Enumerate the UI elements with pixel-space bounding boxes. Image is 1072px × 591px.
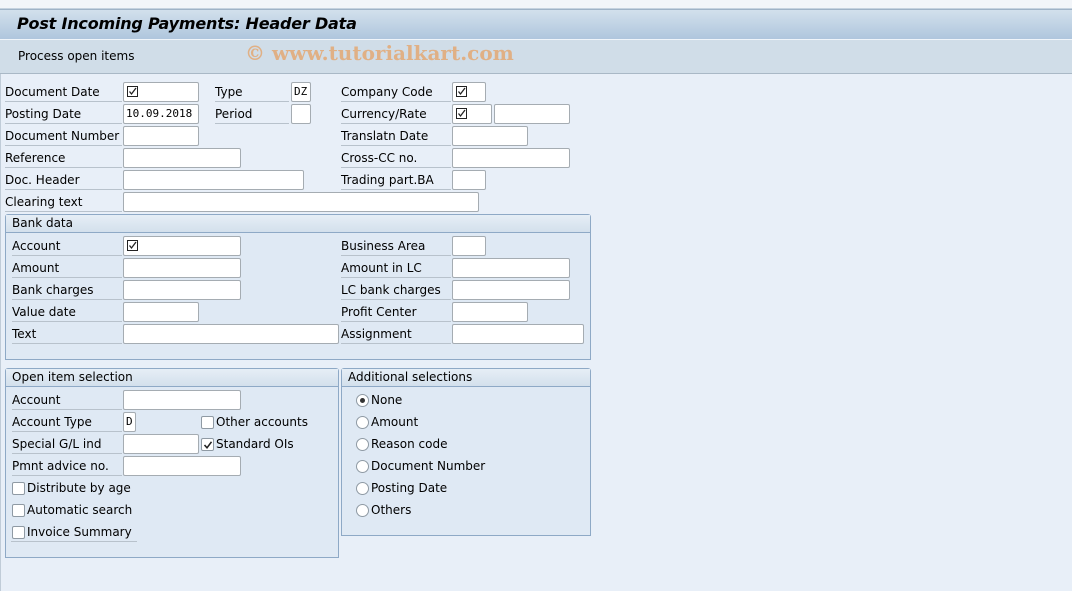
currency-field[interactable]: [452, 104, 492, 124]
doc-header-label: Doc. Header: [5, 170, 122, 190]
special-gl-ind-field[interactable]: [123, 434, 199, 454]
trading-part-ba-label: Trading part.BA: [341, 170, 451, 190]
automatic-search-label: Automatic search: [27, 503, 133, 517]
radio-others[interactable]: [356, 504, 369, 517]
radio-reason-code-label: Reason code: [371, 437, 448, 451]
invoice-summary-checkbox[interactable]: [12, 526, 25, 539]
oi-account-field[interactable]: [123, 390, 241, 410]
posting-date-label: Posting Date: [5, 104, 122, 124]
translatn-date-field[interactable]: [452, 126, 528, 146]
radio-none-label: None: [371, 393, 403, 407]
radio-reason-code[interactable]: [356, 438, 369, 451]
account-type-field[interactable]: D: [123, 412, 136, 432]
clearing-text-label: Clearing text: [5, 192, 122, 212]
pmnt-advice-no-label: Pmnt advice no.: [12, 456, 122, 476]
amount-in-lc-field[interactable]: [452, 258, 570, 278]
amount-label: Amount: [12, 258, 122, 278]
bank-charges-label: Bank charges: [12, 280, 122, 300]
document-number-field[interactable]: [123, 126, 199, 146]
posting-date-field[interactable]: 10.09.2018: [123, 104, 199, 124]
left-edge: [0, 74, 1, 591]
bank-data-title: Bank data: [6, 215, 590, 233]
distribute-by-age-label: Distribute by age: [27, 481, 131, 495]
special-gl-ind-label: Special G/L ind: [12, 434, 122, 454]
radio-document-number[interactable]: [356, 460, 369, 473]
bank-account-field[interactable]: [123, 236, 241, 256]
document-date-label: Document Date: [5, 82, 122, 102]
doc-header-field[interactable]: [123, 170, 304, 190]
amount-in-lc-label: Amount in LC: [341, 258, 451, 278]
account-type-label: Account Type: [12, 412, 122, 432]
currency-rate-label: Currency/Rate: [341, 104, 451, 124]
distribute-by-age-checkbox[interactable]: [12, 482, 25, 495]
type-label: Type: [215, 82, 289, 102]
bank-charges-field[interactable]: [123, 280, 241, 300]
pmnt-advice-no-field[interactable]: [123, 456, 241, 476]
company-code-field[interactable]: [452, 82, 486, 102]
invoice-summary-label: Invoice Summary: [27, 525, 132, 539]
page-title: Post Incoming Payments: Header Data: [17, 14, 357, 33]
required-entry-icon: [127, 86, 138, 97]
additional-selections-title: Additional selections: [342, 369, 590, 387]
period-label: Period: [215, 104, 289, 124]
radio-amount[interactable]: [356, 416, 369, 429]
trading-part-ba-field[interactable]: [452, 170, 486, 190]
radio-others-label: Others: [371, 503, 412, 517]
required-entry-icon: [127, 240, 138, 251]
text-field[interactable]: [123, 324, 339, 344]
company-code-label: Company Code: [341, 82, 451, 102]
lc-bank-charges-label: LC bank charges: [341, 280, 451, 300]
application-toolbar: Process open items: [0, 40, 1072, 74]
oi-account-label: Account: [12, 390, 122, 410]
required-entry-icon: [456, 108, 467, 119]
business-area-label: Business Area: [341, 236, 451, 256]
other-accounts-checkbox[interactable]: [201, 416, 214, 429]
lc-bank-charges-field[interactable]: [452, 280, 570, 300]
other-accounts-label: Other accounts: [216, 415, 308, 429]
value-date-label: Value date: [12, 302, 122, 322]
bank-account-label: Account: [12, 236, 122, 256]
translatn-date-label: Translatn Date: [341, 126, 451, 146]
text-label: Text: [12, 324, 122, 344]
title-bar: Post Incoming Payments: Header Data: [0, 9, 1072, 40]
amount-field[interactable]: [123, 258, 241, 278]
reference-label: Reference: [5, 148, 122, 168]
cross-cc-no-field[interactable]: [452, 148, 570, 168]
checkmark-icon: [203, 441, 213, 450]
automatic-search-checkbox[interactable]: [12, 504, 25, 517]
assignment-field[interactable]: [452, 324, 584, 344]
reference-field[interactable]: [123, 148, 241, 168]
document-date-field[interactable]: [123, 82, 199, 102]
radio-posting-date-label: Posting Date: [371, 481, 448, 495]
business-area-field[interactable]: [452, 236, 486, 256]
top-strip: [0, 0, 1072, 9]
exchange-rate-field[interactable]: [494, 104, 570, 124]
radio-none[interactable]: [356, 394, 369, 407]
radio-amount-label: Amount: [371, 415, 419, 429]
radio-posting-date[interactable]: [356, 482, 369, 495]
process-open-items-button[interactable]: Process open items: [18, 49, 134, 63]
radio-document-number-label: Document Number: [371, 459, 486, 473]
clearing-text-field[interactable]: [123, 192, 479, 212]
standard-ois-label: Standard OIs: [216, 437, 294, 451]
period-field[interactable]: [291, 104, 311, 124]
open-item-selection-title: Open item selection: [6, 369, 338, 387]
document-number-label: Document Number: [5, 126, 122, 146]
required-entry-icon: [456, 86, 467, 97]
type-field[interactable]: DZ: [291, 82, 311, 102]
profit-center-field[interactable]: [452, 302, 528, 322]
assignment-label: Assignment: [341, 324, 451, 344]
standard-ois-checkbox[interactable]: [201, 438, 214, 451]
divider: [11, 541, 137, 542]
value-date-field[interactable]: [123, 302, 199, 322]
profit-center-label: Profit Center: [341, 302, 451, 322]
cross-cc-no-label: Cross-CC no.: [341, 148, 451, 168]
